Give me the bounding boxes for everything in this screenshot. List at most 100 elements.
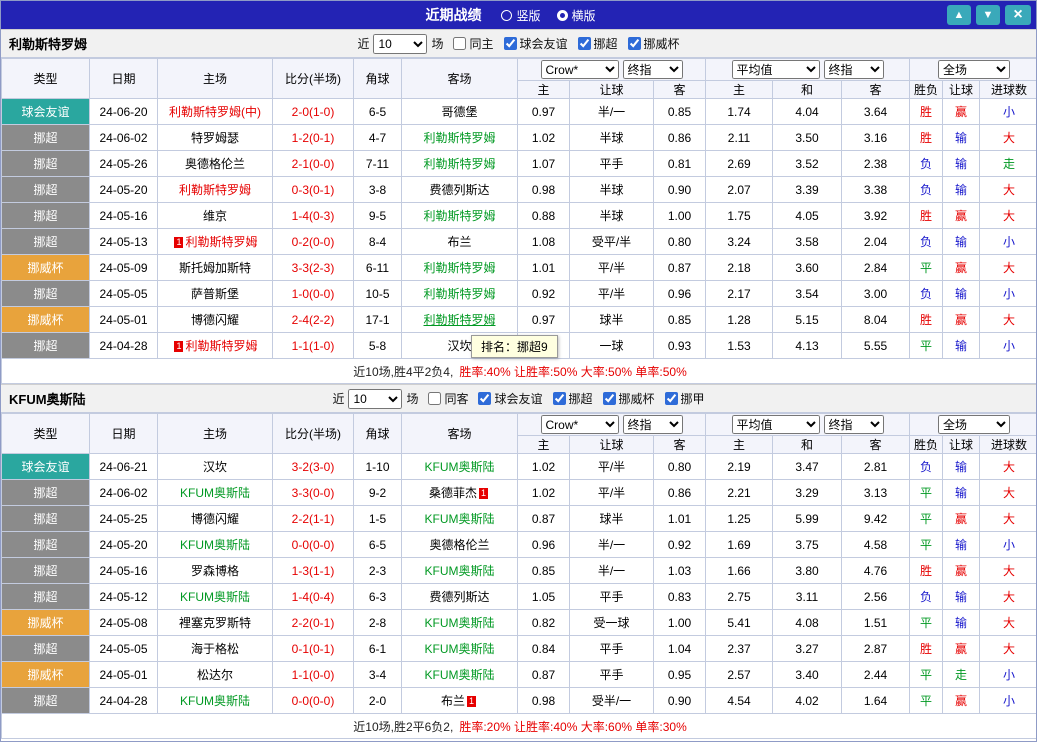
home-team-name[interactable]: 裡塞克罗斯特	[179, 616, 251, 630]
away-team-cell: 桑德菲杰 1	[401, 479, 518, 506]
average-select[interactable]: 平均值	[731, 60, 820, 79]
recent-count-select[interactable]: 10	[348, 388, 403, 409]
home-team-name[interactable]: 利勒斯特罗姆	[179, 183, 251, 197]
goals-result-cell: 小	[979, 531, 1036, 558]
home-team-name[interactable]: KFUM奥斯陆	[180, 538, 250, 552]
red-card-badge: 1	[479, 488, 488, 500]
home-team-name[interactable]: KFUM奥斯陆	[180, 694, 250, 708]
home-team-name[interactable]: 汉坎	[203, 460, 227, 474]
home-team-name[interactable]: 博德闪耀	[191, 512, 239, 526]
recent-count-select[interactable]: 10	[373, 33, 428, 54]
final-index-select[interactable]: 终指	[823, 415, 884, 434]
titlebar: 近期战绩 竖版 横版 ▲ ▼ ×	[1, 1, 1036, 29]
move-down-button[interactable]: ▼	[976, 5, 1000, 25]
checkbox-input[interactable]	[428, 392, 442, 405]
checkbox-input[interactable]	[664, 392, 678, 405]
scope-select[interactable]: 全场	[938, 60, 1011, 79]
checkbox-input[interactable]	[627, 37, 641, 50]
away-team-name[interactable]: 费德列斯达	[429, 183, 489, 197]
home-team-name[interactable]: 海于格松	[191, 642, 239, 656]
corners-cell: 3-8	[353, 176, 402, 203]
checkbox-input[interactable]	[602, 392, 616, 405]
filter-checkbox-nor-top[interactable]: 挪超	[577, 35, 618, 52]
away-odds-cell: 0.92	[653, 531, 706, 558]
away-team-name[interactable]: KFUM奥斯陆	[425, 668, 495, 682]
date-cell: 24-06-20	[89, 98, 158, 125]
checkbox-input[interactable]	[478, 392, 492, 405]
away-team-name[interactable]: 哥德堡	[441, 105, 477, 119]
scope-header-group: 全场	[909, 58, 1036, 81]
filter-checkbox-same-away[interactable]: 同客	[428, 390, 468, 407]
home-team-name[interactable]: KFUM奥斯陆	[180, 486, 250, 500]
filter-checkbox-nor-div1[interactable]: 挪甲	[664, 390, 705, 407]
final-index-select[interactable]: 终指	[823, 60, 884, 79]
score-cell: 1-1(0-0)	[272, 661, 354, 688]
home-team-name[interactable]: 特罗姆瑟	[191, 131, 239, 145]
subcol-avg-away: 客	[840, 80, 911, 99]
avg-away-odds-cell: 3.00	[840, 280, 911, 307]
away-team-name[interactable]: 利勒斯特罗姆	[423, 131, 495, 145]
away-team-name[interactable]: 桑德菲杰	[429, 486, 477, 500]
date-cell: 24-05-16	[89, 202, 158, 229]
summary-stats: 胜率:40% 让胜率:50% 大率:50% 单率:50%	[459, 364, 687, 379]
move-up-button[interactable]: ▲	[947, 5, 971, 25]
home-team-name[interactable]: 博德闪耀	[191, 313, 239, 327]
avg-draw-odds-cell: 3.27	[772, 635, 842, 662]
home-odds-cell: 1.05	[517, 583, 570, 610]
away-team-name[interactable]: KFUM奥斯陆	[425, 512, 495, 526]
home-team-name[interactable]: 罗森博格	[191, 564, 239, 578]
handicap-cell: 半/一	[569, 531, 654, 558]
away-team-name[interactable]: 利勒斯特罗姆	[423, 209, 495, 223]
home-team-name[interactable]: KFUM奥斯陆	[180, 590, 250, 604]
away-team-name[interactable]: 布兰	[441, 694, 465, 708]
away-team-name[interactable]: 布兰	[447, 235, 471, 249]
filter-checkbox-nor-cup[interactable]: 挪威杯	[602, 390, 655, 407]
home-team-name[interactable]: 利勒斯特罗姆	[185, 235, 257, 249]
filter-checkbox-nor-top[interactable]: 挪超	[552, 390, 593, 407]
away-team-name[interactable]: KFUM奥斯陆	[425, 564, 495, 578]
final-index-select[interactable]: 终指	[622, 60, 683, 79]
score-cell: 0-2(0-0)	[272, 228, 354, 255]
summary-stats: 胜率:20% 让胜率:40% 大率:60% 单率:30%	[459, 719, 687, 734]
scope-select[interactable]: 全场	[938, 415, 1011, 434]
checkbox-input[interactable]	[577, 37, 591, 50]
filter-checkbox-club-friendly[interactable]: 球会友谊	[503, 35, 568, 52]
checkbox-input[interactable]	[503, 37, 517, 50]
checkbox-input[interactable]	[552, 392, 566, 405]
filter-checkbox-same-home[interactable]: 同主	[453, 35, 494, 52]
away-team-name[interactable]: KFUM奥斯陆	[425, 642, 495, 656]
final-index-select[interactable]: 终指	[622, 415, 683, 434]
home-team-name[interactable]: 萨普斯堡	[191, 287, 239, 301]
away-team-name[interactable]: 利勒斯特罗姆	[423, 287, 495, 301]
home-team-name[interactable]: 利勒斯特罗姆(中)	[169, 105, 261, 119]
checkbox-input[interactable]	[453, 37, 467, 50]
away-team-name[interactable]: 奥德格伦兰	[429, 538, 489, 552]
corners-cell: 3-4	[353, 661, 402, 688]
away-team-name[interactable]: 费德列斯达	[429, 590, 489, 604]
layout-radio-horizontal[interactable]: 横版	[556, 7, 596, 24]
average-select[interactable]: 平均值	[731, 415, 820, 434]
handicap-cell: 半/一	[569, 557, 654, 584]
filter-checkbox-club-friendly[interactable]: 球会友谊	[478, 390, 543, 407]
away-team-name[interactable]: 利勒斯特罗姆	[423, 157, 495, 171]
home-team-name[interactable]: 奥德格伦兰	[185, 157, 245, 171]
match-row: 球会友谊 24-06-20 利勒斯特罗姆(中) 2-0(1-0) 6-5 哥德堡 0.97 半…	[1, 98, 1036, 125]
bookmaker-select[interactable]: Crow*	[540, 415, 619, 434]
away-team-name[interactable]: KFUM奥斯陆	[425, 616, 495, 630]
away-team-name[interactable]: 汉坎	[447, 339, 471, 353]
away-team-cell: KFUM奥斯陆	[401, 635, 518, 662]
away-team-name[interactable]: KFUM奥斯陆	[425, 460, 495, 474]
close-button[interactable]: ×	[1005, 5, 1031, 25]
layout-radio-vertical[interactable]: 竖版	[501, 7, 541, 24]
home-team-name[interactable]: 利勒斯特罗姆	[185, 339, 257, 353]
filter-checkbox-nor-cup[interactable]: 挪威杯	[627, 35, 680, 52]
home-team-name[interactable]: 斯托姆加斯特	[179, 261, 251, 275]
summary-row: 近10场,胜4平2负4, 胜率:40% 让胜率:50% 大率:50% 单率:50%	[1, 358, 1036, 384]
away-team-name[interactable]: 利勒斯特罗姆	[423, 313, 495, 327]
home-team-name[interactable]: 维京	[203, 209, 227, 223]
handicap-cell: 半球	[569, 176, 654, 203]
home-team-name[interactable]: 松达尔	[197, 668, 233, 682]
away-team-name[interactable]: 利勒斯特罗姆	[423, 261, 495, 275]
bookmaker-select[interactable]: Crow*	[540, 60, 619, 79]
subcol-outcome: 胜负	[909, 435, 944, 454]
